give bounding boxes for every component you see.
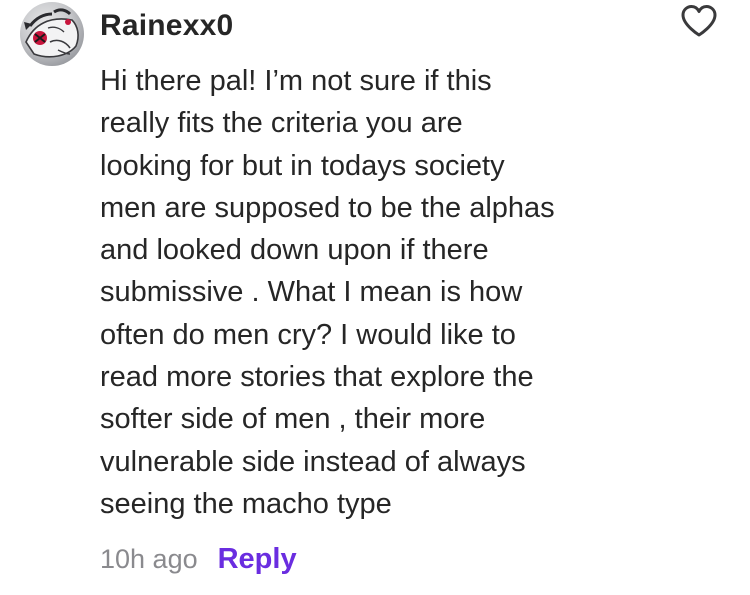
like-button[interactable] xyxy=(676,0,722,42)
comment-username[interactable]: Rainexx0 xyxy=(100,4,233,48)
comment-timestamp: 10h ago xyxy=(100,543,198,574)
avatar[interactable] xyxy=(20,2,84,66)
heart-outline-icon xyxy=(681,5,717,37)
reply-button[interactable]: Reply xyxy=(218,543,297,576)
avatar-image xyxy=(24,8,79,58)
comment-meta: 10h ago Reply xyxy=(100,537,297,581)
comment-card: Rainexx0 Hi there pal! I’m not sure if t… xyxy=(0,0,750,595)
comment-body: Hi there pal! I’m not sure if this reall… xyxy=(100,65,555,520)
